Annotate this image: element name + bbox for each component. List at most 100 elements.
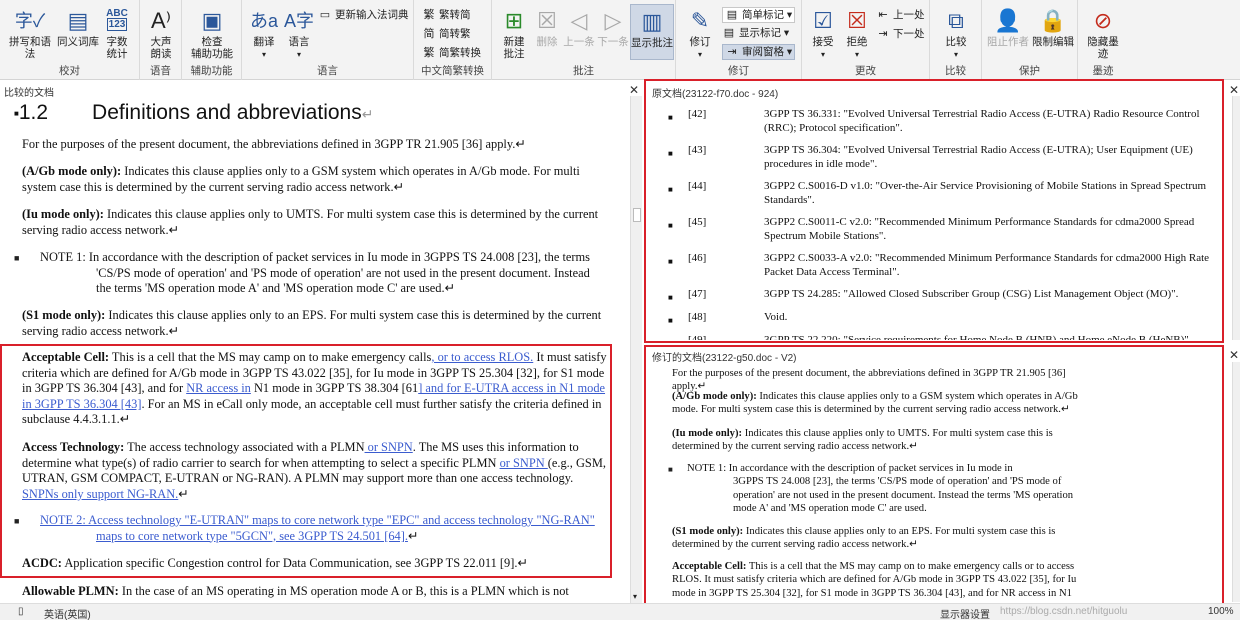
- abc-icon: ABC 123: [106, 8, 128, 31]
- left-scrollbar[interactable]: ▾: [630, 96, 642, 603]
- block-authors-icon: 👤: [994, 8, 1022, 33]
- show-comments-icon: ▥: [641, 9, 663, 34]
- markup-select[interactable]: ▤ 简单标记 ▾: [722, 7, 796, 23]
- review-pane-button[interactable]: ⇥ 审阅窗格 ▾: [722, 44, 796, 60]
- reference-text: 3GPP TS 36.331: "Evolved Universal Terre…: [764, 108, 1200, 134]
- trad-to-simp-button[interactable]: 繁繁转简: [422, 8, 471, 22]
- delete-comment-button[interactable]: ☒ 删除: [532, 8, 562, 48]
- close-original-pane-icon[interactable]: ✕: [1229, 83, 1239, 97]
- bullet-icon: ■: [668, 465, 673, 474]
- group-label-tracking: 修订: [728, 65, 749, 77]
- translate-button[interactable]: あa 翻译 ▾: [246, 8, 282, 61]
- hide-ink-button[interactable]: ⊘ 隐藏墨 迹: [1082, 8, 1124, 60]
- markup-icon: ▤: [726, 9, 738, 21]
- bullet-icon: ■: [14, 516, 20, 526]
- reference-text: 3GPP2 C.S0033-A v2.0: "Recommended Minim…: [764, 252, 1210, 278]
- prev-change-icon: ⇤: [878, 9, 888, 21]
- language-icon: A字: [283, 11, 314, 31]
- show-markup-icon: ▤: [723, 27, 735, 39]
- left-note1: NOTE 1: In accordance with the descripti…: [40, 250, 590, 296]
- close-revised-pane-icon[interactable]: ✕: [1229, 348, 1239, 362]
- display-settings[interactable]: 显示器设置: [940, 606, 990, 621]
- original-scrollbar[interactable]: [1232, 96, 1240, 340]
- reject-icon: ☒: [847, 8, 867, 33]
- new-comment-button[interactable]: ⊞ 新建 批注: [496, 8, 532, 60]
- compare-icon: ⧉: [948, 8, 964, 33]
- close-left-pane-icon[interactable]: ✕: [629, 83, 639, 97]
- accessibility-check-icon: ▣: [201, 8, 223, 33]
- delete-comment-icon: ☒: [537, 8, 557, 33]
- original-pane-title: 原文档(23122-f70.doc - 924): [652, 89, 779, 100]
- read-aloud-button[interactable]: A⁾ 大声 朗读: [142, 8, 180, 60]
- convert-button[interactable]: 繁简繁转换: [422, 46, 482, 60]
- group-changes: ☑ 接受 ▾ ☒ 拒绝 ▾ ⇤ 上一处 ⇥ 下一处 更改: [802, 0, 930, 80]
- prev-change-button[interactable]: ⇤ 上一处: [876, 8, 924, 22]
- bullet-icon: ■: [668, 185, 673, 194]
- revised-para-iu: (Iu mode only): Indicates this clause ap…: [672, 428, 1053, 453]
- thesaurus-button[interactable]: ▤ 同义词库: [56, 8, 100, 48]
- left-para-acdc: ACDC: Application specific Congestion co…: [22, 556, 528, 570]
- track-changes-button[interactable]: ✎ 修订 ▾: [682, 8, 718, 61]
- next-change-icon: ⇥: [878, 28, 888, 40]
- group-label-speech: 语音: [150, 65, 171, 77]
- group-label-changes: 更改: [855, 65, 876, 77]
- language-status[interactable]: 英语(英国): [44, 606, 91, 621]
- lock-icon: 🔒: [1039, 8, 1067, 33]
- left-para-intro: For the purposes of the present document…: [22, 137, 526, 151]
- next-comment-button[interactable]: ▷ 下一条: [596, 8, 630, 48]
- trad-simp-icon: 繁: [423, 9, 435, 21]
- restrict-editing-button[interactable]: 🔒 限制编辑: [1030, 8, 1076, 48]
- revised-note1: NOTE 1: In accordance with the descripti…: [687, 463, 1074, 514]
- next-change-button[interactable]: ⇥ 下一处: [876, 27, 924, 41]
- reference-text: 3GPP TS 36.304: "Evolved Universal Terre…: [764, 144, 1193, 170]
- show-comments-button[interactable]: ▥ 显示批注: [630, 4, 674, 60]
- check-accessibility-button[interactable]: ▣ 检查 辅助功能: [186, 8, 238, 60]
- compare-button[interactable]: ⧉ 比较 ▾: [938, 8, 974, 61]
- reject-button[interactable]: ☒ 拒绝 ▾: [842, 8, 872, 61]
- spelling-button[interactable]: 字✓ 拼写和语法: [4, 8, 56, 60]
- left-para-agb: (A/Gb mode only): Indicates this clause …: [22, 164, 580, 194]
- reference-text: Void.: [764, 311, 788, 323]
- zoom-level[interactable]: 100%: [1208, 606, 1234, 617]
- review-pane-icon: ⇥: [727, 46, 737, 58]
- ribbon: 字✓ 拼写和语法 ▤ 同义词库 ABC 123 字数 统计 校对 A⁾ 大声 朗读…: [0, 0, 1240, 80]
- status-bar: ▯ 英语(英国) 显示器设置 https://blog.csdn.net/hit…: [0, 603, 1240, 621]
- left-pane-title: 比较的文档: [4, 88, 54, 99]
- group-protect: 👤 阻止作者 🔒 限制编辑 保护: [982, 0, 1078, 80]
- bullet-icon: ■: [668, 293, 673, 302]
- left-scroll-thumb[interactable]: [633, 208, 641, 222]
- prev-comment-button[interactable]: ◁ 上一条: [562, 8, 596, 48]
- block-authors-button[interactable]: 👤 阻止作者: [986, 8, 1030, 48]
- revised-para-acceptable-cell: Acceptable Cell: This is a cell that the…: [672, 561, 1077, 599]
- bullet-icon: ■: [668, 149, 673, 158]
- reference-number: [46]: [688, 252, 707, 264]
- left-para-acceptable-cell: Acceptable Cell: This is a cell that the…: [22, 350, 607, 427]
- wordcount-button[interactable]: ABC 123 字数 统计: [100, 8, 134, 60]
- group-label-comments: 批注: [573, 65, 594, 77]
- section-heading: ■1.2 Definitions and abbreviations↵: [14, 101, 374, 124]
- reference-number: [44]: [688, 180, 707, 192]
- reference-number: [47]: [688, 288, 707, 300]
- group-accessibility: ▣ 检查 辅助功能 辅助功能: [182, 0, 242, 80]
- translate-icon: あa: [249, 11, 278, 31]
- dictionary-icon: ▭: [319, 9, 331, 21]
- reference-text: 3GPP2 C.S0016-D v1.0: "Over-the-Air Serv…: [764, 180, 1207, 206]
- group-label-compare: 比较: [945, 65, 966, 77]
- update-ime-button[interactable]: ▭ 更新输入法词典: [318, 8, 409, 22]
- left-para-s1: (S1 mode only): Indicates this clause ap…: [22, 308, 602, 338]
- scroll-down-icon[interactable]: ▾: [633, 592, 637, 601]
- revised-scrollbar[interactable]: [1232, 362, 1240, 602]
- proofing-status-icon[interactable]: ▯: [18, 606, 24, 617]
- group-speech: A⁾ 大声 朗读 语音: [140, 0, 182, 80]
- accept-icon: ☑: [813, 8, 833, 33]
- prev-comment-icon: ◁: [570, 8, 588, 33]
- simp-to-trad-button[interactable]: 简简转繁: [422, 27, 471, 41]
- show-markup-button[interactable]: ▤ 显示标记 ▾: [722, 26, 789, 40]
- next-comment-icon: ▷: [604, 8, 622, 33]
- left-note2: NOTE 2: Access technology "E-UTRAN" maps…: [40, 513, 595, 543]
- group-comments: ⊞ 新建 批注 ☒ 删除 ◁ 上一条 ▷ 下一条 ▥ 显示批注 批注: [492, 0, 676, 80]
- group-label-ink: 墨迹: [1092, 65, 1114, 77]
- hide-ink-icon: ⊘: [1093, 8, 1113, 33]
- accept-button[interactable]: ☑ 接受 ▾: [808, 8, 838, 61]
- language-button[interactable]: A字 语言 ▾: [282, 8, 316, 61]
